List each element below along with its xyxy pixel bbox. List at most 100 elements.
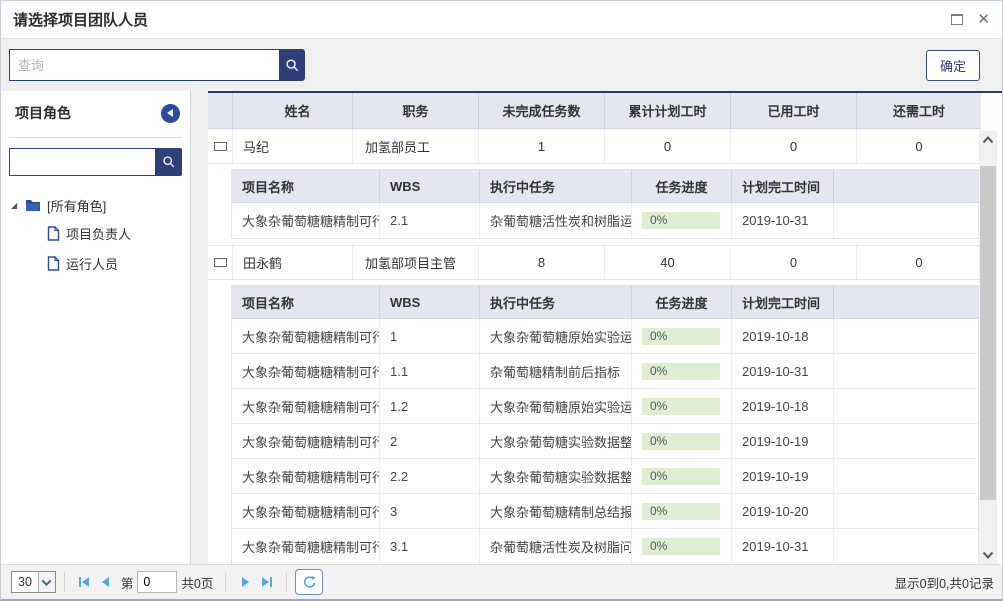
member-unfinished: 1 [479, 129, 605, 163]
task-subtable: 项目名称 WBS 执行中任务 任务进度 计划完工时间 大象杂葡萄糖糖精制可行性 … [231, 285, 979, 564]
search-icon [162, 155, 176, 169]
member-planned: 40 [605, 246, 731, 279]
page-number-input[interactable] [137, 571, 177, 593]
task-row[interactable]: 大象杂葡萄糖糖精制可行性 2 大象杂葡萄糖实验数据整理 0% 2019-10-1… [232, 424, 978, 459]
task-row[interactable]: 大象杂葡萄糖糖精制可行性 1.2 大象杂葡萄糖原始实验运行 0% 2019-10… [232, 389, 978, 424]
sub-header-task: 执行中任务 [480, 286, 632, 318]
member-remaining: 0 [857, 129, 981, 163]
task-row[interactable]: 大象杂葡萄糖糖精制可行性 2.2 大象杂葡萄糖实验数据整理 0% 2019-10… [232, 459, 978, 494]
collapse-row-icon[interactable] [214, 258, 227, 267]
task-project: 大象杂葡萄糖糖精制可行性 [232, 389, 380, 423]
close-icon[interactable]: ✕ [977, 12, 990, 27]
sidebar-collapse-button[interactable] [161, 104, 180, 123]
task-name: 杂葡萄糖活性炭和树脂运行 [480, 203, 632, 238]
search-input[interactable] [9, 49, 279, 81]
member-position: 加氢部项目主管 [353, 246, 479, 279]
task-project: 大象杂葡萄糖糖精制可行性 [232, 424, 380, 458]
grid-header-position: 职务 [353, 93, 479, 128]
role-filter-search-button[interactable] [155, 148, 182, 176]
grid-header-row: 姓名 职务 未完成任务数 累计计划工时 已用工时 还需工时 [208, 93, 981, 129]
role-sidebar: 项目角色 ◢ [1, 91, 191, 564]
task-row[interactable]: 大象杂葡萄糖糖精制可行性 3.1 杂葡萄糖活性炭及树脂问题 0% 2019-10… [232, 529, 978, 564]
task-row[interactable]: 大象杂葡萄糖糖精制可行性 1 大象杂葡萄糖原始实验运行 0% 2019-10-1… [232, 319, 978, 354]
tree-node-all-roles[interactable]: ◢ [所有角色] [11, 192, 190, 218]
toolbar: 确定 [1, 39, 1002, 91]
confirm-button[interactable]: 确定 [926, 50, 980, 81]
page-size-value: 30 [12, 575, 38, 589]
progress-bar: 0% [642, 363, 720, 380]
first-page-button[interactable] [73, 571, 95, 593]
sidebar-divider [9, 137, 182, 138]
member-row[interactable]: 马纪 加氢部员工 1 0 0 0 [208, 129, 981, 164]
task-name: 大象杂葡萄糖实验数据整理 [480, 459, 632, 493]
member-used: 0 [731, 246, 857, 279]
collapse-left-icon [167, 109, 173, 117]
task-wbs: 2 [380, 424, 480, 458]
dialog-title: 请选择项目团队人员 [13, 9, 148, 30]
task-due: 2019-10-18 [732, 389, 834, 423]
collapse-row-icon[interactable] [214, 142, 227, 151]
task-project: 大象杂葡萄糖糖精制可行性 [232, 459, 380, 493]
refresh-button[interactable] [295, 569, 323, 595]
progress-bar: 0% [642, 398, 720, 415]
task-row[interactable]: 大象杂葡萄糖糖精制可行性 2.1 杂葡萄糖活性炭和树脂运行 0% 2019-10… [232, 203, 978, 238]
task-project: 大象杂葡萄糖糖精制可行性 [232, 319, 380, 353]
task-due: 2019-10-31 [732, 354, 834, 388]
pagination-bar: 30 第 共0页 显示0到0,共0记录 [1, 564, 1002, 599]
page-total-label: 共0页 [181, 573, 213, 592]
task-due: 2019-10-31 [732, 203, 834, 238]
next-page-button[interactable] [234, 571, 256, 593]
footer-divider [64, 572, 65, 592]
task-subtable: 项目名称 WBS 执行中任务 任务进度 计划完工时间 大象杂葡萄糖糖精制可行性 … [231, 169, 979, 239]
task-project: 大象杂葡萄糖糖精制可行性 [232, 354, 380, 388]
last-page-button[interactable] [256, 571, 278, 593]
prev-page-button[interactable] [95, 571, 117, 593]
sub-header-due: 计划完工时间 [732, 286, 834, 318]
page-size-select[interactable]: 30 [11, 571, 56, 593]
scrollbar-thumb[interactable] [980, 166, 996, 500]
grid-header-remaining: 还需工时 [857, 93, 981, 128]
member-unfinished: 8 [479, 246, 605, 279]
scroll-down-icon[interactable] [979, 546, 997, 564]
task-wbs: 1 [380, 319, 480, 353]
member-row[interactable]: 田永鹤 加氢部项目主管 8 40 0 0 [208, 245, 981, 280]
task-row[interactable]: 大象杂葡萄糖糖精制可行性 1.1 杂葡萄糖精制前后指标 0% 2019-10-3… [232, 354, 978, 389]
next-page-icon [239, 576, 251, 588]
dialog-window: 请选择项目团队人员 ✕ 确定 项目角色 [0, 0, 1003, 601]
tree-node-role-0[interactable]: 项目负责人 [11, 218, 190, 248]
task-due: 2019-10-20 [732, 494, 834, 528]
member-name: 马纪 [233, 129, 353, 163]
progress-bar: 0% [642, 328, 720, 345]
folder-icon [25, 198, 41, 212]
tree-expander-icon[interactable]: ◢ [11, 201, 25, 210]
scroll-up-icon[interactable] [979, 131, 997, 149]
tree-node-label: [所有角色] [47, 196, 106, 215]
sub-header-wbs: WBS [380, 170, 480, 202]
member-planned: 0 [605, 129, 731, 163]
sub-header-filler [834, 170, 978, 202]
task-row[interactable]: 大象杂葡萄糖糖精制可行性 3 大象杂葡萄糖精制总结报告 0% 2019-10-2… [232, 494, 978, 529]
role-filter-input[interactable] [9, 148, 155, 176]
file-icon [47, 256, 60, 271]
maximize-icon[interactable] [951, 14, 963, 25]
member-position: 加氢部员工 [353, 129, 479, 163]
task-name: 杂葡萄糖精制前后指标 [480, 354, 632, 388]
progress-bar: 0% [642, 212, 720, 229]
search-icon [285, 58, 300, 73]
record-count-status: 显示0到0,共0记录 [895, 573, 994, 592]
grid-header-unfinished: 未完成任务数 [479, 93, 605, 128]
sub-header-due: 计划完工时间 [732, 170, 834, 202]
sidebar-title: 项目角色 [15, 103, 71, 123]
task-due: 2019-10-19 [732, 424, 834, 458]
task-wbs: 3 [380, 494, 480, 528]
role-tree: ◢ [所有角色] [11, 192, 190, 278]
prev-page-icon [100, 576, 112, 588]
search-button[interactable] [279, 49, 305, 81]
task-due: 2019-10-31 [732, 529, 834, 564]
vertical-scrollbar[interactable] [979, 131, 997, 564]
grid-header-planned: 累计计划工时 [605, 93, 731, 128]
tree-node-role-1[interactable]: 运行人员 [11, 248, 190, 278]
task-name: 大象杂葡萄糖实验数据整理 [480, 424, 632, 458]
sub-header-progress: 任务进度 [632, 170, 732, 202]
sub-header-project: 项目名称 [232, 286, 380, 318]
